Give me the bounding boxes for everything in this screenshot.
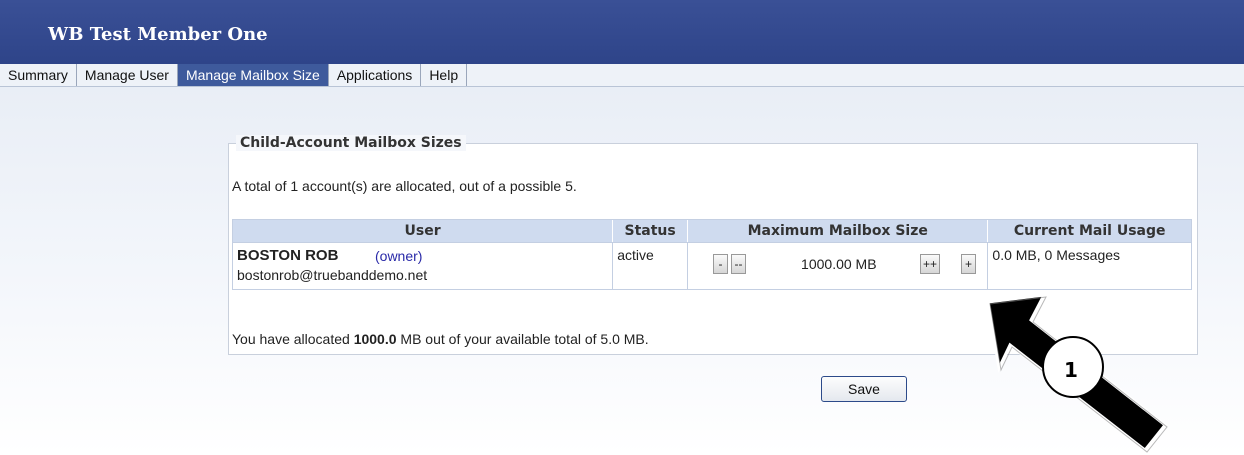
table-header: User Status Maximum Mailbox Size Current… bbox=[232, 219, 1192, 243]
allocation-total: You have allocated 1000.0 MB out of your… bbox=[232, 331, 649, 347]
tab-manage-user[interactable]: Manage User bbox=[77, 64, 178, 86]
status-value: active bbox=[617, 247, 654, 263]
user-name: BOSTON ROB bbox=[237, 247, 339, 264]
column-header-status: Status bbox=[613, 220, 689, 242]
max-size-value: 1000.00 MB bbox=[801, 256, 877, 272]
allocation-suffix: MB out of your available total of 5.0 MB… bbox=[400, 331, 649, 347]
allocation-amount: 1000.0 bbox=[353, 331, 397, 347]
decrease-large-button[interactable]: -- bbox=[731, 254, 747, 274]
page-title: WB Test Member One bbox=[48, 24, 268, 45]
panel-legend: Child-Account Mailbox Sizes bbox=[236, 135, 466, 151]
column-header-usage: Current Mail Usage bbox=[1013, 223, 1166, 239]
tab-applications[interactable]: Applications bbox=[329, 64, 422, 86]
callout-number: 1 bbox=[1064, 358, 1078, 382]
allocation-summary: A total of 1 account(s) are allocated, o… bbox=[232, 178, 577, 194]
usage-cell: 0.0 MB, 0 Messages bbox=[988, 243, 1191, 289]
table-row: BOSTON ROB (owner) bostonrob@truebanddem… bbox=[232, 243, 1192, 290]
mailbox-table: User Status Maximum Mailbox Size Current… bbox=[232, 219, 1192, 290]
max-size-cell: - -- 1000.00 MB ++ + bbox=[688, 243, 989, 289]
save-button[interactable]: Save bbox=[821, 376, 907, 402]
increase-large-button[interactable]: ++ bbox=[920, 254, 941, 274]
status-cell: active bbox=[613, 243, 689, 289]
user-email: bostonrob@truebanddemo.net bbox=[237, 267, 428, 283]
column-header-user: User bbox=[233, 220, 614, 242]
increase-button[interactable]: + bbox=[961, 254, 977, 274]
tab-manage-mailbox-size[interactable]: Manage Mailbox Size bbox=[177, 64, 329, 86]
usage-value: 0.0 MB, 0 Messages bbox=[992, 247, 1121, 263]
allocation-prefix: You have allocated bbox=[232, 331, 350, 347]
column-header-max-size: Maximum Mailbox Size bbox=[688, 220, 989, 242]
app-header: WB Test Member One bbox=[0, 0, 1244, 64]
tab-summary[interactable]: Summary bbox=[0, 64, 77, 86]
tab-bar: Summary Manage User Manage Mailbox Size … bbox=[0, 64, 1244, 87]
user-cell: BOSTON ROB (owner) bostonrob@truebanddem… bbox=[233, 243, 614, 289]
tab-help[interactable]: Help bbox=[421, 64, 468, 86]
decrease-button[interactable]: - bbox=[713, 254, 729, 274]
user-role: (owner) bbox=[375, 248, 423, 264]
